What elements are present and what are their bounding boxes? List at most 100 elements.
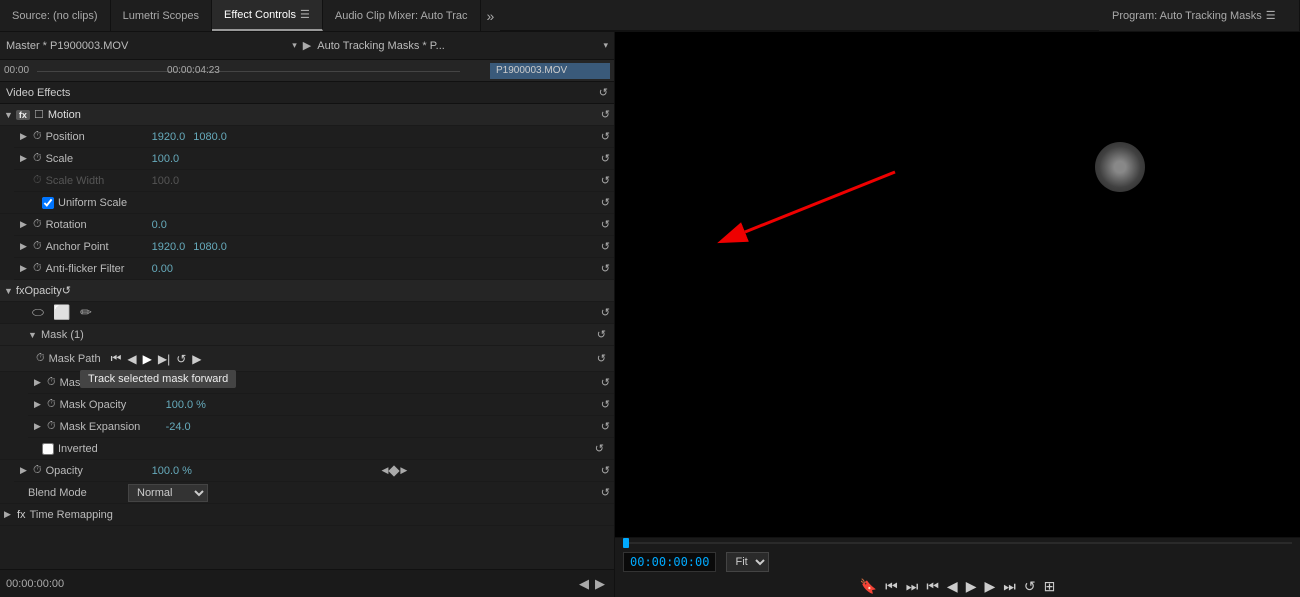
step-prev-btn[interactable]: ◀ bbox=[947, 578, 958, 595]
anti-flicker-value[interactable]: 0.00 bbox=[152, 263, 173, 275]
position-y[interactable]: 1080.0 bbox=[193, 131, 227, 143]
safe-margin-btn[interactable]: ⊞ bbox=[1044, 578, 1056, 595]
pen-mask-icon[interactable]: ✏ bbox=[76, 305, 96, 321]
loop-btn[interactable]: ↺ bbox=[1024, 578, 1036, 595]
scale-value[interactable]: 100.0 bbox=[152, 153, 180, 165]
inverted-checkbox[interactable] bbox=[42, 443, 54, 455]
anchor-x[interactable]: 1920.0 bbox=[152, 241, 186, 253]
scale-reset[interactable]: ↺ bbox=[601, 152, 610, 165]
anti-flicker-reset[interactable]: ↺ bbox=[601, 262, 610, 275]
motion-icon[interactable]: ☐ bbox=[34, 108, 44, 121]
mask-label: Mask (1) bbox=[41, 329, 141, 341]
scroll-left-btn[interactable]: ◀ bbox=[579, 576, 589, 592]
tab-lumetri[interactable]: Lumetri Scopes bbox=[111, 0, 212, 31]
position-x[interactable]: 1920.0 bbox=[152, 131, 186, 143]
scroll-right-btn[interactable]: ▶ bbox=[595, 576, 605, 592]
tab-audio-clip-mixer[interactable]: Audio Clip Mixer: Auto Trac bbox=[323, 0, 481, 31]
sequence-dropdown[interactable]: ▾ bbox=[603, 40, 608, 51]
position-caret[interactable]: ▶ bbox=[20, 131, 30, 142]
mask-opacity-reset[interactable]: ↺ bbox=[601, 398, 610, 411]
mask-feather-caret[interactable]: ▶ bbox=[34, 377, 44, 388]
mask-track-btn[interactable]: ↺ bbox=[174, 352, 188, 366]
mask-path-stopwatch[interactable]: ⏱ bbox=[36, 352, 45, 365]
mask-path-reset[interactable]: ↺ bbox=[597, 352, 606, 365]
tab-effect-controls[interactable]: Effect Controls ☰ bbox=[212, 0, 323, 31]
fit-select[interactable]: Fit bbox=[726, 552, 769, 572]
mask-play-forward-btn[interactable]: ▶ bbox=[141, 352, 154, 366]
mask-prev-btn[interactable]: ◀ bbox=[125, 352, 138, 366]
tab-overflow-btn[interactable]: » bbox=[481, 8, 501, 24]
clip-block[interactable]: P1900003.MOV bbox=[490, 63, 610, 79]
scale-width-reset[interactable]: ↺ bbox=[601, 174, 610, 187]
mask-go-first-btn[interactable]: ⏮ bbox=[109, 351, 124, 366]
tab-program[interactable]: Program: Auto Tracking Masks ☰ bbox=[1100, 0, 1300, 31]
inverted-reset[interactable]: ↺ bbox=[595, 442, 604, 455]
rotation-reset[interactable]: ↺ bbox=[601, 218, 610, 231]
face-inner bbox=[1100, 147, 1140, 187]
opacity-val-reset[interactable]: ↺ bbox=[601, 464, 610, 477]
motion-title-row[interactable]: ▼ fx ☐ Motion ↺ bbox=[0, 104, 614, 126]
step-next-btn[interactable]: ▶ bbox=[984, 578, 995, 595]
opacity-val[interactable]: 100.0 % bbox=[152, 465, 192, 477]
mask-expansion-reset[interactable]: ↺ bbox=[601, 420, 610, 433]
go-to-out-btn[interactable]: ⏭ bbox=[1003, 578, 1016, 595]
tab-source[interactable]: Source: (no clips) bbox=[0, 0, 111, 31]
opacity-reset[interactable]: ↺ bbox=[62, 284, 71, 297]
scale-caret[interactable]: ▶ bbox=[20, 153, 30, 164]
rect-mask-icon[interactable]: ⬜ bbox=[52, 305, 72, 321]
uniform-scale-reset[interactable]: ↺ bbox=[601, 196, 610, 209]
play-header-btn[interactable]: ▶ bbox=[303, 39, 311, 52]
scrubber-thumb[interactable] bbox=[623, 538, 629, 548]
kf-next[interactable]: ▶ bbox=[400, 465, 407, 476]
motion-caret[interactable]: ▼ bbox=[4, 110, 13, 120]
tab-menu-icon[interactable]: ☰ bbox=[300, 8, 310, 21]
mask-expansion-stopwatch[interactable]: ⏱ bbox=[47, 420, 56, 433]
marker-btn[interactable]: 🔖 bbox=[860, 578, 877, 595]
step-back-frame-btn[interactable]: ⏮ bbox=[885, 578, 898, 595]
shapes-reset[interactable]: ↺ bbox=[601, 306, 610, 319]
rotation-caret[interactable]: ▶ bbox=[20, 219, 30, 230]
master-dropdown[interactable]: ▾ bbox=[292, 40, 297, 51]
time-remap-caret[interactable]: ▶ bbox=[4, 509, 14, 520]
rotation-stopwatch[interactable]: ⏱ bbox=[33, 218, 42, 231]
step-back-btn[interactable]: ⏭ bbox=[906, 578, 919, 595]
anchor-reset[interactable]: ↺ bbox=[601, 240, 610, 253]
mask-reset[interactable]: ↺ bbox=[597, 328, 606, 341]
opacity-val-stopwatch[interactable]: ⏱ bbox=[33, 464, 42, 477]
mask-feather-reset[interactable]: ↺ bbox=[601, 376, 610, 389]
anti-flicker-caret[interactable]: ▶ bbox=[20, 263, 30, 274]
scrubber-track[interactable] bbox=[623, 542, 1292, 544]
scale-stopwatch[interactable]: ⏱ bbox=[33, 152, 42, 165]
motion-reset[interactable]: ↺ bbox=[601, 108, 610, 121]
mask-feather-stopwatch[interactable]: ⏱ bbox=[47, 376, 56, 389]
right-time-display[interactable]: 00:00:00:00 bbox=[623, 552, 716, 572]
blend-mode-select[interactable]: Normal bbox=[128, 484, 208, 502]
mask-caret[interactable]: ▼ bbox=[28, 330, 38, 340]
mask-expand-btn[interactable]: ▶ bbox=[190, 352, 203, 366]
mask-opacity-caret[interactable]: ▶ bbox=[34, 399, 44, 410]
anti-flicker-stopwatch[interactable]: ⏱ bbox=[33, 262, 42, 275]
opacity-val-caret[interactable]: ▶ bbox=[20, 465, 30, 476]
uniform-scale-checkbox[interactable] bbox=[42, 197, 54, 209]
program-menu-icon[interactable]: ☰ bbox=[1266, 9, 1276, 22]
opacity-caret[interactable]: ▼ bbox=[4, 286, 13, 296]
mask-next-btn[interactable]: ▶| bbox=[156, 352, 172, 366]
anchor-stopwatch[interactable]: ⏱ bbox=[33, 240, 42, 253]
mask-opacity-stopwatch[interactable]: ⏱ bbox=[47, 398, 56, 411]
go-to-in-btn[interactable]: ⏮ bbox=[926, 578, 939, 595]
blend-mode-reset[interactable]: ↺ bbox=[601, 486, 610, 499]
mask-expansion-caret[interactable]: ▶ bbox=[34, 421, 44, 432]
play-btn[interactable]: ▶ bbox=[966, 578, 977, 595]
anchor-y[interactable]: 1080.0 bbox=[193, 241, 227, 253]
effects-reset-icon[interactable]: ↺ bbox=[599, 86, 608, 99]
rotation-value[interactable]: 0.0 bbox=[152, 219, 167, 231]
mask-expansion-value[interactable]: -24.0 bbox=[166, 421, 191, 433]
position-reset[interactable]: ↺ bbox=[601, 130, 610, 143]
ellipse-mask-icon[interactable]: ⬭ bbox=[28, 305, 48, 321]
anchor-caret[interactable]: ▶ bbox=[20, 241, 30, 252]
mask-opacity-value[interactable]: 100.0 % bbox=[166, 399, 206, 411]
opacity-title-row[interactable]: ▼ fx Opacity ↺ bbox=[0, 280, 614, 302]
position-stopwatch[interactable]: ⏱ bbox=[33, 130, 42, 143]
mask-opacity-label: Mask Opacity bbox=[60, 399, 160, 411]
kf-diamond[interactable] bbox=[389, 465, 400, 476]
